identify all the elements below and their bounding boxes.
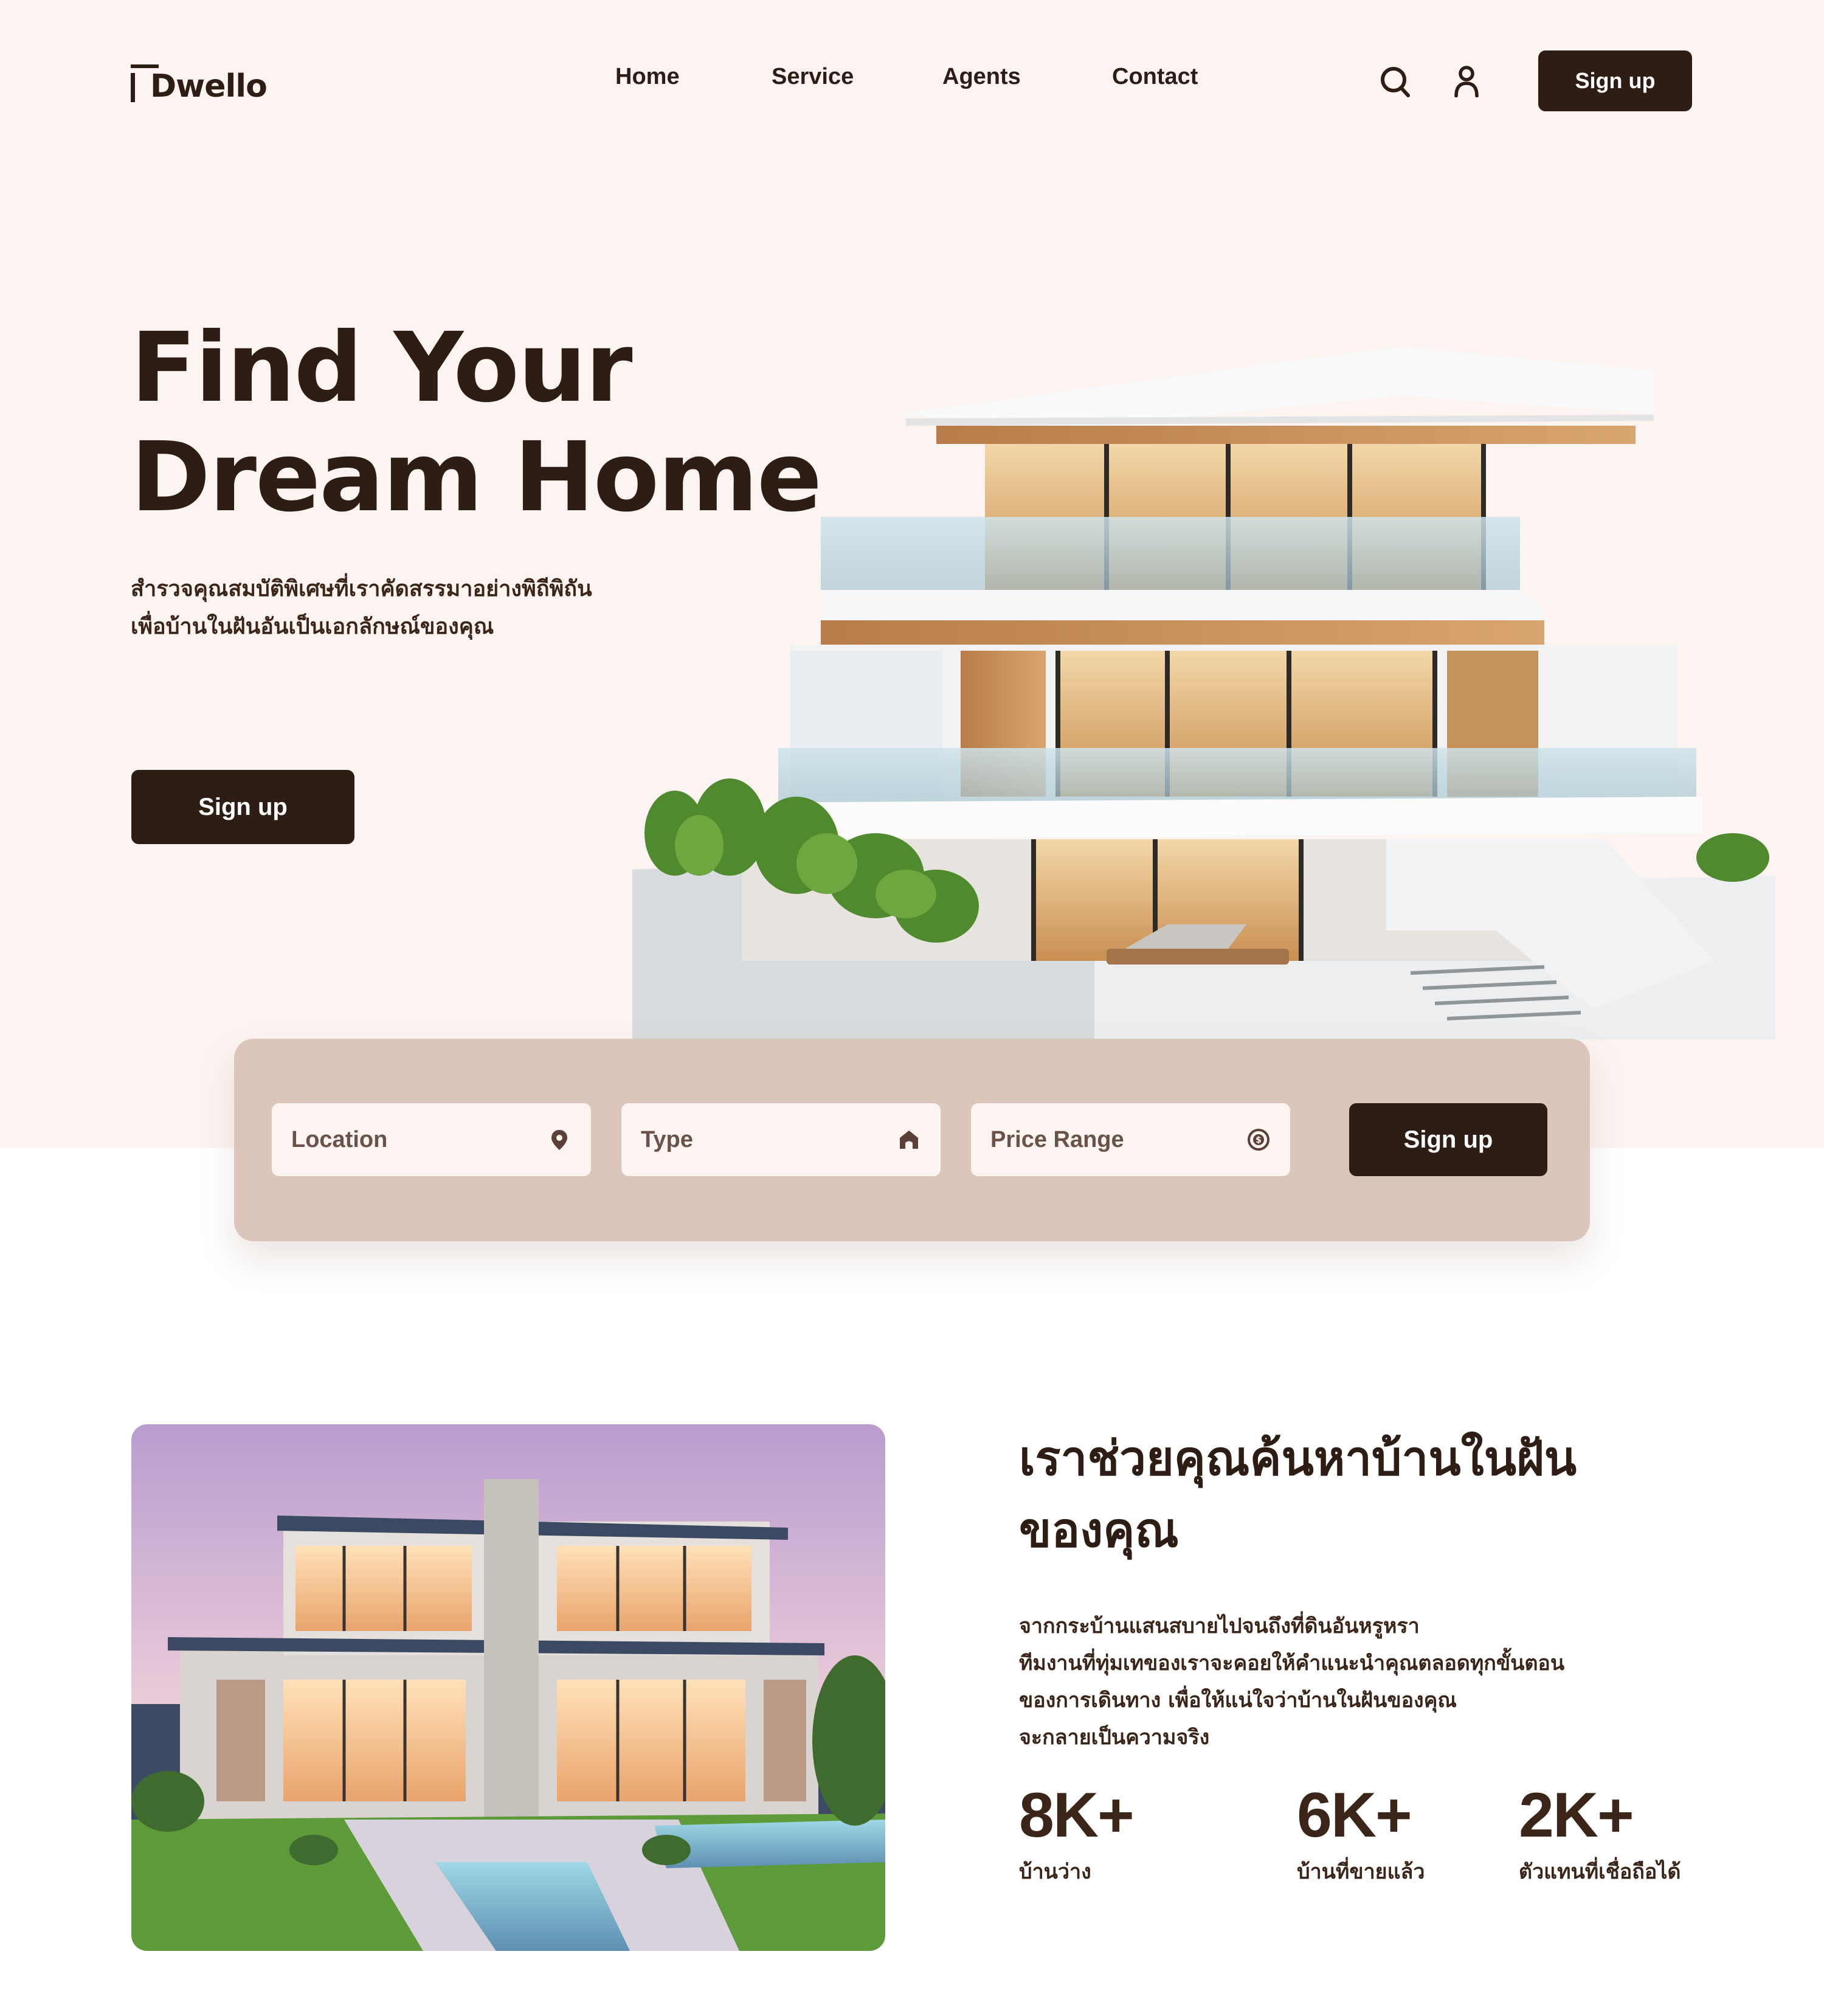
stat-trusted-agents: 2K+ ตัวแทนที่เชื่อถือได้ bbox=[1519, 1776, 1681, 1885]
stat-value: 6K+ bbox=[1297, 1780, 1412, 1851]
location-label: Location bbox=[291, 1126, 388, 1152]
stat-sold-homes: 6K+ บ้านที่ขายแล้ว bbox=[1297, 1776, 1425, 1885]
stat-label: บ้านว่าง bbox=[1019, 1860, 1091, 1884]
svg-text:$: $ bbox=[1256, 1135, 1262, 1145]
type-field[interactable]: Type bbox=[621, 1103, 941, 1176]
hero-subtitle-line2: เพื่อบ้านในฝันอันเป็นเอกลักษณ์ของคุณ bbox=[131, 614, 494, 639]
nav-signup-button[interactable]: Sign up bbox=[1538, 50, 1692, 111]
stat-label: บ้านที่ขายแล้ว bbox=[1297, 1860, 1425, 1884]
nav-service[interactable]: Service bbox=[772, 64, 854, 90]
search-panel: Location Type Price Range $ Sign up bbox=[234, 1039, 1590, 1241]
about-body: จากกระบ้านแสนสบายไปจนถึงที่ดินอันหรูหรา … bbox=[1019, 1608, 1688, 1756]
brand-name: Dwello bbox=[150, 68, 268, 105]
modern-house-image bbox=[131, 1424, 885, 1951]
about-title-line2: ของคุณ bbox=[1019, 1503, 1179, 1558]
home-icon bbox=[900, 1131, 918, 1149]
about-body-line: ทีมงานที่ทุ่มเทของเราจะคอยให้คำแนะนำคุณต… bbox=[1019, 1651, 1565, 1675]
hero-subtitle-line1: สำรวจคุณสมบัติพิเศษที่เราคัดสรรมาอย่างพิ… bbox=[131, 577, 592, 601]
about-body-line: จากกระบ้านแสนสบายไปจนถึงที่ดินอันหรูหรา bbox=[1019, 1614, 1420, 1638]
search-signup-button[interactable]: Sign up bbox=[1349, 1103, 1547, 1176]
about-title: เราช่วยคุณค้นหาบ้านในฝัน ของคุณ bbox=[1019, 1423, 1718, 1567]
stat-value: 2K+ bbox=[1519, 1780, 1634, 1851]
search-icon[interactable] bbox=[1380, 65, 1411, 99]
logo[interactable]: Dwello bbox=[131, 60, 268, 105]
price-range-label: Price Range bbox=[990, 1126, 1124, 1152]
dollar-coin-icon: $ bbox=[1248, 1129, 1270, 1151]
nav-home[interactable]: Home bbox=[615, 64, 680, 90]
location-field[interactable]: Location bbox=[272, 1103, 591, 1176]
nav-agents[interactable]: Agents bbox=[942, 64, 1021, 90]
stat-available-homes: 8K+ บ้านว่าง bbox=[1019, 1776, 1135, 1885]
price-range-field[interactable]: Price Range $ bbox=[971, 1103, 1290, 1176]
type-label: Type bbox=[641, 1126, 693, 1152]
about-body-line: จะกลายเป็นความจริง bbox=[1019, 1725, 1210, 1750]
hero-subtitle: สำรวจคุณสมบัติพิเศษที่เราคัดสรรมาอย่างพิ… bbox=[131, 570, 678, 646]
hero-house-image bbox=[632, 347, 1775, 1040]
location-pin-icon bbox=[551, 1130, 567, 1150]
about-body-line: ของการเดินทาง เพื่อให้แน่ใจว่าบ้านในฝันข… bbox=[1019, 1688, 1457, 1713]
stat-value: 8K+ bbox=[1019, 1780, 1135, 1851]
stat-label: ตัวแทนที่เชื่อถือได้ bbox=[1519, 1860, 1681, 1884]
logo-mark-icon bbox=[131, 64, 159, 102]
hero-signup-button[interactable]: Sign up bbox=[131, 770, 354, 844]
about-title-line1: เราช่วยคุณค้นหาบ้านในฝัน bbox=[1019, 1432, 1577, 1486]
user-icon[interactable] bbox=[1453, 66, 1480, 97]
nav-contact[interactable]: Contact bbox=[1112, 64, 1198, 90]
